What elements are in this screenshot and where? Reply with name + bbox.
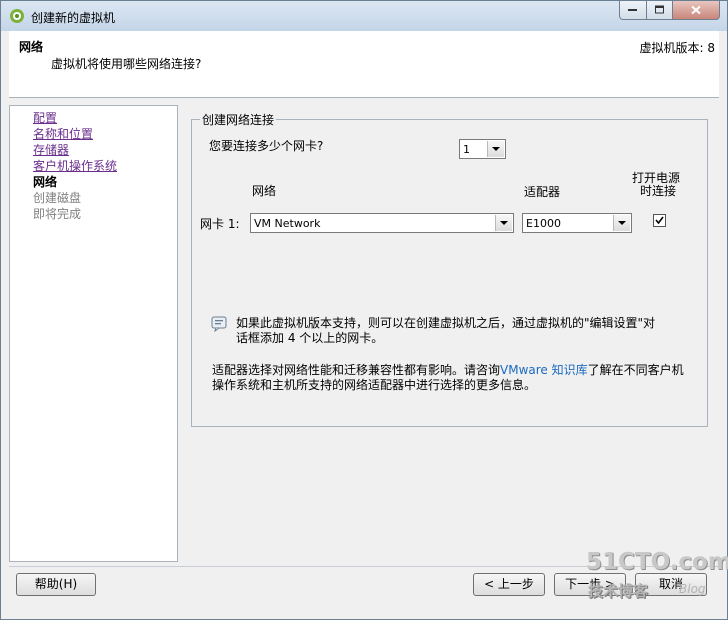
adapter-column-header: 适配器 (524, 185, 561, 199)
chevron-down-icon (613, 215, 630, 231)
chevron-down-icon (487, 141, 504, 157)
checkmark-icon (655, 216, 664, 225)
maximize-icon (654, 5, 664, 14)
step-create-disk: 创建磁盘 (33, 191, 82, 205)
wizard-header: 网络 虚拟机将使用哪些网络连接? 虚拟机版本: 8 (9, 31, 719, 98)
chevron-down-icon (495, 215, 512, 231)
footer-divider (9, 566, 719, 567)
nic-count-value: 1 (463, 143, 470, 156)
maximize-button[interactable] (646, 1, 673, 20)
nic-count-select[interactable]: 1 (459, 139, 506, 159)
step-name-location[interactable]: 名称和位置 (33, 125, 93, 142)
adapter-note: 适配器选择对网络性能和迁移兼容性都有影响。请咨询VMware 知识库了解在不同客… (212, 363, 692, 393)
step-storage[interactable]: 存储器 (33, 141, 69, 158)
minimize-icon (628, 9, 637, 11)
window-title: 创建新的虚拟机 (31, 11, 116, 25)
minimize-button[interactable] (619, 1, 647, 20)
info-icon (211, 316, 227, 332)
page-title: 网络 (19, 40, 44, 54)
vm-version-label: 虚拟机版本: 8 (639, 41, 716, 55)
group-title: 创建网络连接 (200, 111, 277, 128)
network-select[interactable]: VM Network (250, 213, 514, 233)
close-icon (691, 5, 701, 15)
network-column-header: 网络 (252, 184, 277, 198)
close-button[interactable] (672, 1, 720, 20)
adapter-value: E1000 (526, 217, 561, 230)
nic1-label: 网卡 1: (200, 217, 240, 231)
wizard-steps-panel: 配置 名称和位置 存储器 客户机操作系统 网络 创建磁盘 即将完成 (9, 105, 178, 562)
cancel-button[interactable]: 取消 (635, 573, 707, 596)
step-network: 网络 (33, 175, 58, 189)
nic-count-label: 您要连接多少个网卡? (209, 139, 324, 153)
step-config[interactable]: 配置 (33, 109, 57, 126)
adapter-select[interactable]: E1000 (522, 213, 632, 233)
network-value: VM Network (254, 217, 321, 230)
step-guest-os[interactable]: 客户机操作系统 (33, 157, 117, 174)
next-button[interactable]: 下一步 > (554, 573, 626, 596)
info-message: 如果此虚拟机版本支持，则可以在创建虚拟机之后，通过虚拟机的"编辑设置"对话框添加… (236, 316, 656, 345)
page-subtitle: 虚拟机将使用哪些网络连接? (51, 57, 202, 71)
main-content: 创建网络连接 您要连接多少个网卡? 1 网络 适配器 打开电源 时连接 网卡 1… (181, 105, 719, 562)
wizard-window: 创建新的虚拟机 网络 虚拟机将使用哪些网络连接? 虚拟机版本: 8 配置 名称和… (0, 0, 728, 620)
connect-at-power-on-checkbox[interactable] (653, 214, 666, 227)
adapter-note-text: 适配器选择对网络性能和迁移兼容性都有影响。请咨询 (212, 363, 501, 377)
vmware-kb-link[interactable]: VMware 知识库 (500, 363, 588, 377)
network-connection-group: 创建网络连接 您要连接多少个网卡? 1 网络 适配器 打开电源 时连接 网卡 1… (191, 111, 708, 427)
power-on-header-line2: 时连接 (640, 184, 677, 198)
step-ready-complete: 即将完成 (33, 207, 82, 221)
back-button[interactable]: < 上一步 (473, 573, 545, 596)
vsphere-app-icon (10, 9, 24, 23)
help-button[interactable]: 帮助(H) (16, 573, 96, 596)
title-bar[interactable]: 创建新的虚拟机 (1, 1, 727, 31)
